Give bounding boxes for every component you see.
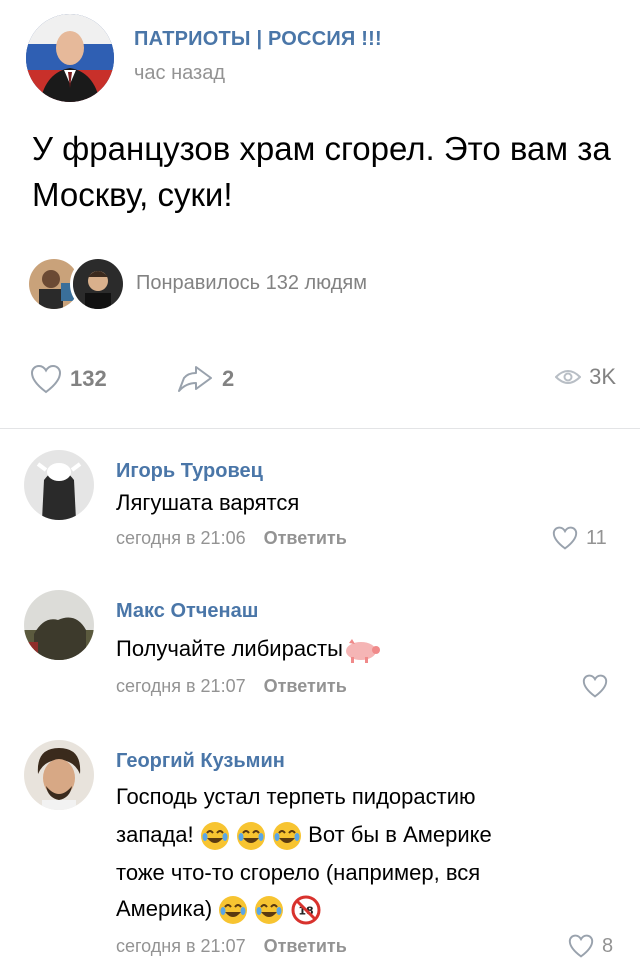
like-button[interactable]: 132 — [30, 364, 107, 394]
comment-meta: сегодня в 21:06 Ответить — [116, 528, 347, 549]
commenter-avatar[interactable] — [24, 590, 94, 660]
liker-avatars[interactable] — [26, 256, 126, 312]
liked-by-text[interactable]: Понравилось 132 людям — [136, 272, 367, 295]
comment-text-part: Америка) — [116, 896, 213, 921]
post-actions: 132 2 3K — [30, 364, 620, 404]
comment-text-line: Господь устал терпеть пидорастию — [116, 784, 476, 809]
share-count: 2 — [222, 366, 235, 391]
heart-icon — [30, 364, 62, 394]
post-text: У французов храм сгорел. Это вам за Моск… — [32, 130, 611, 213]
group-avatar[interactable] — [26, 14, 114, 102]
comment-like-button[interactable]: 11 — [552, 526, 607, 550]
18-plus-emoji: 18 — [291, 895, 321, 925]
heart-icon — [552, 526, 578, 550]
comment-text: Получайте либирасты — [116, 636, 343, 661]
comment-like-button[interactable]: 8 — [568, 934, 613, 958]
views-count: 3K — [589, 364, 616, 389]
eye-icon — [555, 370, 582, 384]
comment-meta: сегодня в 21:07 Ответить — [116, 676, 347, 697]
share-icon — [178, 366, 212, 392]
comment-author[interactable]: Макс Отченаш — [116, 600, 258, 623]
divider — [0, 428, 640, 429]
comment-text-line: Америка) 18 — [116, 890, 586, 928]
liker-avatar — [70, 256, 126, 312]
pig-emoji — [345, 639, 380, 664]
laughing-emoji — [273, 822, 302, 851]
like-count: 132 — [70, 366, 107, 391]
commenter-avatar[interactable] — [24, 740, 94, 810]
heart-icon — [568, 934, 594, 958]
reply-button[interactable]: Ответить — [264, 528, 347, 548]
comment-text-row: Получайте либирасты — [116, 630, 586, 668]
comment-author[interactable]: Игорь Туровец — [116, 460, 263, 483]
comment-text: Лягушата варятся — [116, 490, 300, 515]
laughing-emoji — [255, 896, 284, 925]
commenter-avatar[interactable] — [24, 450, 94, 520]
comment-time: сегодня в 21:06 — [116, 528, 246, 548]
comment-like-count: 8 — [602, 934, 614, 957]
comment-time: сегодня в 21:07 — [116, 676, 246, 696]
comment-meta: сегодня в 21:07 Ответить — [116, 936, 347, 957]
heart-icon — [582, 674, 608, 698]
comment-time: сегодня в 21:07 — [116, 936, 246, 956]
comment-like-count: 11 — [586, 526, 607, 549]
comment-author[interactable]: Георгий Кузьмин — [116, 750, 285, 773]
comment-text-line: запада! Вот бы в Америке — [116, 816, 586, 854]
comment-text-line: тоже что-то сгорело (например, вся — [116, 860, 481, 885]
reply-button[interactable]: Ответить — [264, 676, 347, 696]
views-counter: 3K — [555, 364, 616, 390]
comment-text-part: запада! — [116, 822, 194, 847]
laughing-emoji — [200, 822, 229, 851]
comment-text-part: Вот бы в Америке — [308, 822, 492, 847]
post-time: час назад — [134, 62, 226, 84]
comment-like-button[interactable] — [582, 674, 616, 698]
group-name[interactable]: ПАТРИОТЫ | РОССИЯ !!! — [134, 28, 382, 51]
laughing-emoji — [236, 822, 265, 851]
laughing-emoji — [219, 896, 248, 925]
reply-button[interactable]: Ответить — [264, 936, 347, 956]
share-button[interactable]: 2 — [176, 364, 234, 394]
